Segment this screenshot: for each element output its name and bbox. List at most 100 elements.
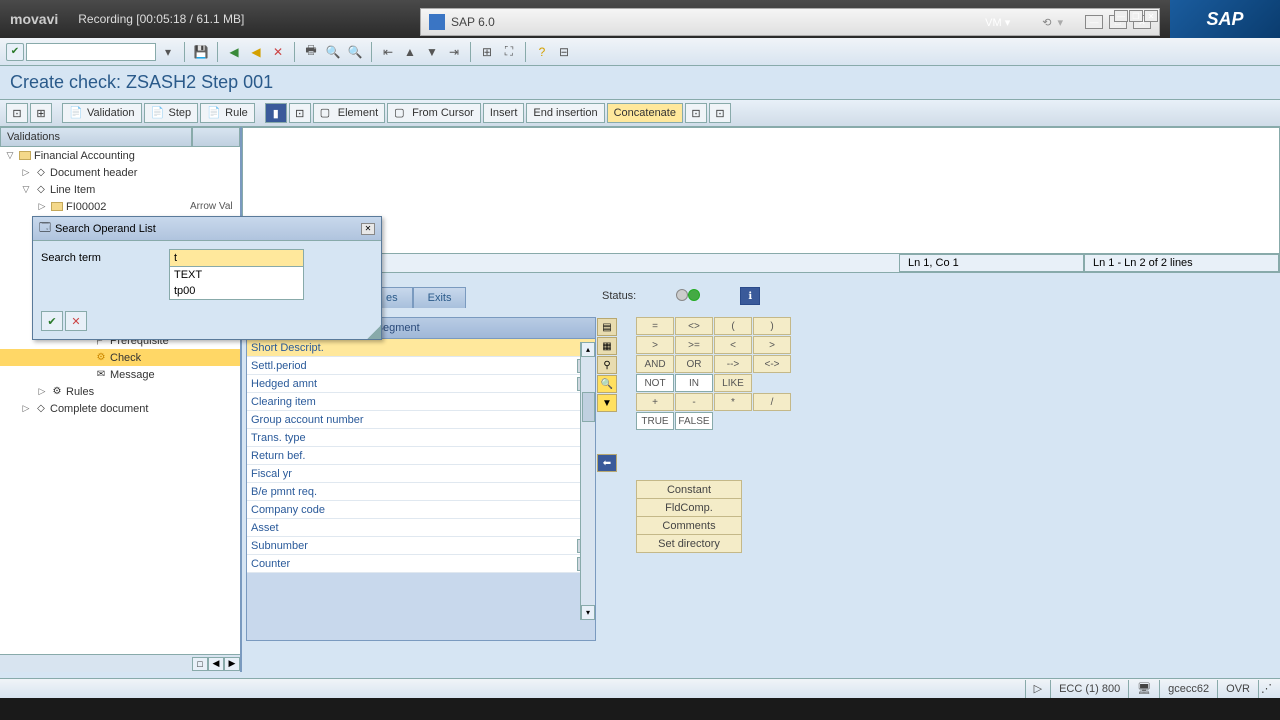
tb-icon-5[interactable]: ⊡ — [709, 103, 731, 123]
op-gte[interactable]: >= — [675, 336, 713, 354]
field-asset[interactable]: Asset — [247, 519, 595, 537]
field-short-descript[interactable]: Short Descript. — [247, 339, 595, 357]
op-div[interactable]: / — [753, 393, 791, 411]
first-page-icon[interactable]: ⇤ — [378, 42, 398, 62]
outer-restore-button[interactable]: ❐ — [1129, 10, 1143, 22]
field-company-code[interactable]: Company code — [247, 501, 595, 519]
print-icon[interactable]: 🖶 — [301, 42, 321, 62]
op-gt[interactable]: > — [636, 336, 674, 354]
side-btn-filter[interactable]: ▼ — [597, 394, 617, 412]
scroll-down-icon[interactable]: ▾ — [581, 605, 595, 620]
op-mul[interactable]: * — [714, 393, 752, 411]
tree-line-item[interactable]: ▽◇ Line Item — [0, 181, 240, 198]
resize-grip-icon[interactable] — [367, 325, 381, 339]
element-button[interactable]: ▢Element — [313, 103, 385, 123]
tree-message[interactable]: ✉ Message — [0, 366, 240, 383]
cancel-icon[interactable]: ✕ — [268, 42, 288, 62]
exit-icon[interactable]: ◀ — [246, 42, 266, 62]
rule-button[interactable]: 📄Rule — [200, 103, 255, 123]
field-fiscal-yr[interactable]: Fiscal yr — [247, 465, 595, 483]
field-trans-type[interactable]: Trans. type — [247, 429, 595, 447]
save-icon[interactable]: 💾 — [191, 42, 211, 62]
field-return-bef[interactable]: Return bef. — [247, 447, 595, 465]
op-eq[interactable]: = — [636, 317, 674, 335]
tb-icon-3[interactable]: ⊡ — [289, 103, 311, 123]
field-subnumber[interactable]: Subnumber▴ — [247, 537, 595, 555]
help-icon[interactable]: ? — [532, 42, 552, 62]
shortcut-icon[interactable]: ⛶ — [499, 42, 519, 62]
search-term-input[interactable] — [169, 249, 304, 267]
suggestion-text[interactable]: TEXT — [170, 267, 303, 283]
tb-icon-4[interactable]: ⊡ — [685, 103, 707, 123]
op-like[interactable]: LIKE — [714, 374, 752, 392]
end-insertion-button[interactable]: End insertion — [526, 103, 604, 123]
scroll-up-icon[interactable]: ▴ — [581, 342, 595, 357]
minimize-button[interactable]: — — [1085, 15, 1103, 29]
side-btn-back[interactable]: ⬅ — [597, 454, 617, 472]
op-or[interactable]: OR — [675, 355, 713, 373]
constant-button[interactable]: Constant — [636, 480, 742, 499]
op-rparen[interactable]: ) — [753, 317, 791, 335]
field-settl-period[interactable]: Settl.period▾ — [247, 357, 595, 375]
op-in[interactable]: IN — [675, 374, 713, 392]
field-be-pmnt-req[interactable]: B/e pmnt req. — [247, 483, 595, 501]
vm-dropdown[interactable]: VM ▾ — [985, 16, 1010, 29]
layout-icon[interactable]: ⊟ — [554, 42, 574, 62]
step-button[interactable]: 📄Step — [144, 103, 199, 123]
prev-page-icon[interactable]: ▲ — [400, 42, 420, 62]
insert-button[interactable]: Insert — [483, 103, 525, 123]
tb-mode-button[interactable]: ▮ — [265, 103, 287, 123]
op-iff[interactable]: <-> — [753, 355, 791, 373]
popup-close-button[interactable]: ✕ — [361, 223, 375, 235]
tree-fi00002[interactable]: ▷ FI00002 Arrow Val — [0, 198, 240, 215]
comments-button[interactable]: Comments — [636, 516, 742, 535]
tree-scroll-stop[interactable]: □ — [192, 657, 208, 671]
op-neq[interactable]: <> — [675, 317, 713, 335]
outer-min-button[interactable]: — — [1114, 10, 1128, 22]
next-page-icon[interactable]: ▼ — [422, 42, 442, 62]
side-btn-1[interactable]: ▤ — [597, 318, 617, 336]
field-counter[interactable]: Counter▾ — [247, 555, 595, 573]
op-gt2[interactable]: > — [753, 336, 791, 354]
scroll-thumb[interactable] — [582, 392, 595, 422]
nav-back-icon[interactable]: ⟲ — [1042, 16, 1051, 29]
from-cursor-button[interactable]: ▢From Cursor — [387, 103, 481, 123]
outer-close-button[interactable]: ✕ — [1144, 10, 1158, 22]
op-imp[interactable]: --> — [714, 355, 752, 373]
back-icon[interactable]: ◀ — [224, 42, 244, 62]
field-clearing-item[interactable]: Clearing item — [247, 393, 595, 411]
side-btn-3[interactable]: ⚲ — [597, 356, 617, 374]
tree-document-header[interactable]: ▷◇ Document header — [0, 164, 240, 181]
op-minus[interactable]: - — [675, 393, 713, 411]
tree-check[interactable]: ⚙ Check — [0, 349, 240, 366]
op-plus[interactable]: + — [636, 393, 674, 411]
suggestion-tp00[interactable]: tp00 — [170, 283, 303, 299]
last-page-icon[interactable]: ⇥ — [444, 42, 464, 62]
field-hedged-amnt[interactable]: Hedged amnt▾ — [247, 375, 595, 393]
tree-complete-document[interactable]: ▷◇ Complete document — [0, 400, 240, 417]
concatenate-button[interactable]: Concatenate — [607, 103, 683, 123]
validation-button[interactable]: 📄Validation — [62, 103, 142, 123]
tree-scroll-left[interactable]: ◀ — [208, 657, 224, 671]
sb-icon[interactable]: 🖥 — [1128, 680, 1159, 698]
op-not[interactable]: NOT — [636, 374, 674, 392]
command-field[interactable] — [26, 43, 156, 61]
new-session-icon[interactable]: ⊞ — [477, 42, 497, 62]
status-info-button[interactable]: ℹ — [740, 287, 760, 305]
op-and[interactable]: AND — [636, 355, 674, 373]
tb-icon-2[interactable]: ⊞ — [30, 103, 52, 123]
tree-financial-accounting[interactable]: ▽ Financial Accounting — [0, 147, 240, 164]
op-lparen[interactable]: ( — [714, 317, 752, 335]
op-true[interactable]: TRUE — [636, 412, 674, 430]
fldcomp-button[interactable]: FldComp. — [636, 498, 742, 517]
side-btn-search[interactable]: 🔍 — [597, 375, 617, 393]
popup-cancel-button[interactable]: ✕ — [65, 311, 87, 331]
tree-rules[interactable]: ▷⚙ Rules — [0, 383, 240, 400]
tree-scroll-right[interactable]: ▶ — [224, 657, 240, 671]
sb-nav-icon[interactable]: ▷ — [1025, 680, 1050, 698]
side-btn-2[interactable]: ▦ — [597, 337, 617, 355]
enter-button[interactable]: ✔ — [6, 43, 24, 61]
cmd-dropdown-icon[interactable]: ▾ — [158, 42, 178, 62]
field-group-account[interactable]: Group account number — [247, 411, 595, 429]
popup-ok-button[interactable]: ✔ — [41, 311, 63, 331]
